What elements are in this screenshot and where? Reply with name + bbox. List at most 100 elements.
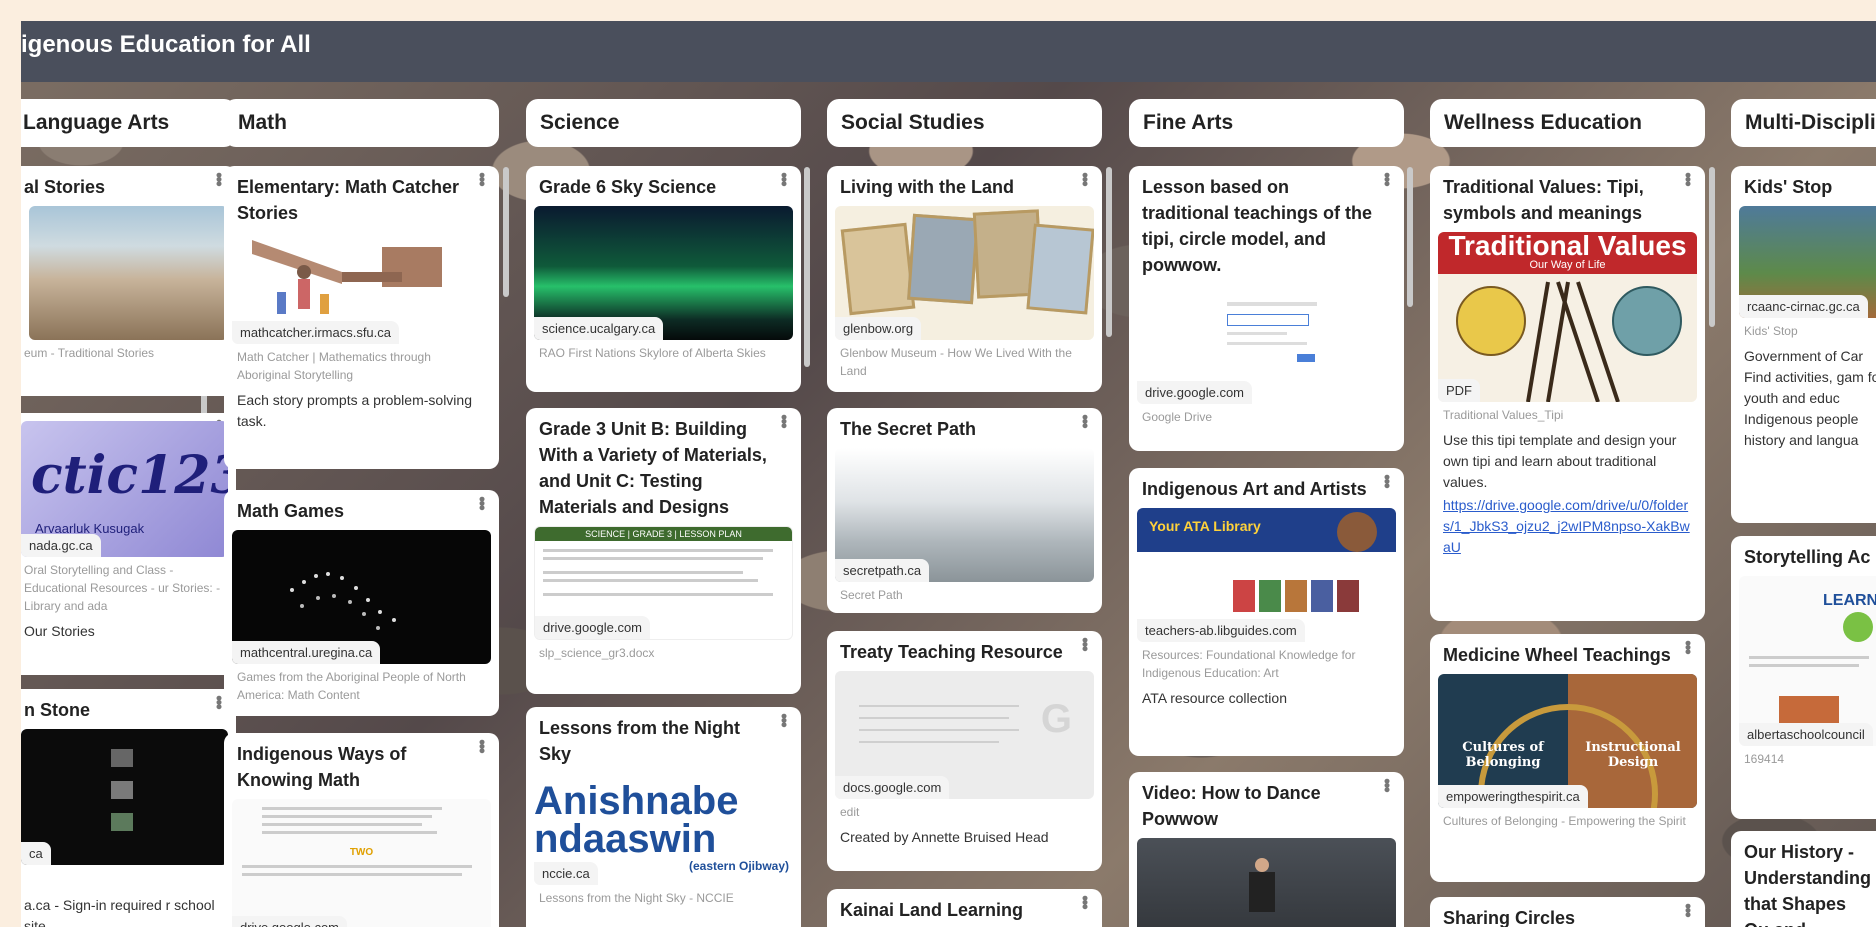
- more-options-icon[interactable]: •••: [774, 172, 794, 185]
- card-link[interactable]: https://drive.google.com/drive/u/0/folde…: [1443, 497, 1690, 555]
- board-frame: igenous Education for All Language Arts …: [21, 21, 1876, 927]
- post-card[interactable]: Treaty Teaching Resource ••• G docs.goog…: [827, 631, 1102, 871]
- thumbnail-banner: SCIENCE | GRADE 3 | LESSON PLAN: [535, 527, 792, 541]
- post-card[interactable]: Kids' Stop rcaanc-cirnac.gc.ca Kids' Sto…: [1731, 166, 1876, 523]
- card-domain: science.ucalgary.ca: [534, 317, 664, 340]
- post-card[interactable]: Video: How to Dance Powwow •••: [1129, 772, 1404, 927]
- card-thumbnail: [1137, 838, 1396, 927]
- post-card[interactable]: The Secret Path ••• secretpath.ca Secret…: [827, 408, 1102, 613]
- post-card[interactable]: ••• ctic123 Arvaarluk Kusugak nada.gc.ca…: [21, 413, 236, 675]
- card-domain: drive.google.com: [1137, 381, 1252, 404]
- column-scrollbar[interactable]: [804, 167, 810, 367]
- tipi-poles-illustration: [1526, 281, 1620, 402]
- column-social-studies: Social Studies: [827, 99, 1102, 147]
- card-meta: Lessons from the Night Sky - NCCIE: [539, 891, 734, 905]
- column-header[interactable]: Math: [224, 99, 499, 147]
- card-title: Indigenous Ways of Knowing Math: [237, 744, 407, 790]
- column-header[interactable]: Social Studies: [827, 99, 1102, 147]
- post-card[interactable]: Our History - Understanding that Shapes …: [1731, 831, 1876, 927]
- card-title: Treaty Teaching Resource: [840, 642, 1063, 662]
- more-options-icon[interactable]: •••: [472, 739, 492, 752]
- column-fine-arts: Fine Arts: [1129, 99, 1404, 147]
- more-options-icon[interactable]: •••: [1075, 895, 1095, 908]
- column-header[interactable]: Multi-Discipli: [1731, 99, 1876, 147]
- thumbnail-banner: Your ATA Library: [1149, 518, 1261, 534]
- post-card[interactable]: Grade 3 Unit B: Building With a Variety …: [526, 408, 801, 694]
- card-thumbnail: science.ucalgary.ca: [534, 206, 793, 340]
- more-options-icon[interactable]: •••: [774, 414, 794, 427]
- card-title: Elementary: Math Catcher Stories: [237, 177, 460, 223]
- more-options-icon[interactable]: •••: [1678, 903, 1698, 916]
- card-meta: Resources: Foundational Knowledge for In…: [1142, 648, 1356, 680]
- post-card[interactable]: Storytelling Ac Curriculum LEARN alberta…: [1731, 536, 1876, 819]
- column-scrollbar[interactable]: [1709, 167, 1715, 327]
- card-domain: mathcentral.uregina.ca: [232, 641, 381, 664]
- card-thumbnail: LEARN albertaschoolcouncil: [1739, 576, 1876, 746]
- thumbnail-word: TWO: [349, 847, 374, 858]
- card-title: Storytelling Ac Curriculum: [1744, 547, 1876, 567]
- card-thumbnail: G docs.google.com: [835, 671, 1094, 799]
- more-options-icon[interactable]: •••: [472, 496, 492, 509]
- post-card[interactable]: Lessons from the Night Sky ••• Anishnabe…: [526, 707, 801, 927]
- more-options-icon[interactable]: •••: [1678, 640, 1698, 653]
- card-description: ATA resource collection: [1142, 690, 1287, 706]
- card-title: Traditional Values: Tipi, symbols and me…: [1443, 177, 1644, 223]
- board-title: igenous Education for All: [21, 31, 311, 58]
- card-meta: edit: [840, 805, 860, 819]
- card-domain: docs.google.com: [835, 776, 950, 799]
- card-thumbnail: Cultures of Belonging Instructional Desi…: [1438, 674, 1697, 808]
- post-card[interactable]: Lesson based on traditional teachings of…: [1129, 166, 1404, 451]
- more-options-icon[interactable]: •••: [472, 172, 492, 185]
- card-thumbnail: Anishnabe ndaaswin (eastern Ojibway) ncc…: [534, 773, 793, 885]
- column-scrollbar[interactable]: [1407, 167, 1413, 307]
- post-card[interactable]: Indigenous Art and Artists ••• Your ATA …: [1129, 468, 1404, 756]
- card-title: Indigenous Art and Artists: [1142, 479, 1367, 499]
- thumbnail-heading: LEARN: [1823, 592, 1876, 609]
- card-meta: RAO First Nations Skylore of Alberta Ski…: [539, 346, 766, 360]
- card-domain: glenbow.org: [835, 317, 922, 340]
- post-card[interactable]: Indigenous Ways of Knowing Math ••• TWO …: [224, 733, 499, 927]
- more-options-icon[interactable]: •••: [1377, 172, 1397, 185]
- post-card[interactable]: Living with the Land ••• glenbow.org Gle…: [827, 166, 1102, 392]
- card-title: Grade 6 Sky Science: [539, 177, 717, 197]
- post-card[interactable]: Elementary: Math Catcher Stories ••• mat…: [224, 166, 499, 469]
- card-domain: PDF: [1438, 379, 1480, 402]
- card-thumbnail: Traditional Values Our Way of Life PDF: [1438, 232, 1697, 402]
- board-header: igenous Education for All: [21, 21, 1876, 82]
- card-domain: ca: [21, 842, 51, 865]
- more-options-icon[interactable]: •••: [1075, 172, 1095, 185]
- column-header[interactable]: Fine Arts: [1129, 99, 1404, 147]
- card-thumbnail: SCIENCE | GRADE 3 | LESSON PLAN drive.go…: [534, 526, 793, 640]
- post-card[interactable]: Sharing Circles •••: [1430, 897, 1705, 927]
- column-header[interactable]: Wellness Education: [1430, 99, 1705, 147]
- more-options-icon[interactable]: •••: [1377, 778, 1397, 791]
- card-description: Each story prompts a problem-solving tas…: [237, 392, 472, 429]
- card-description: Government of Car Find activities, gam f…: [1744, 348, 1876, 448]
- card-description: Created by Annette Bruised Head: [840, 829, 1049, 845]
- column-multi-disciplinary: Multi-Discipli: [1731, 99, 1876, 147]
- post-card[interactable]: Grade 6 Sky Science ••• science.ucalgary…: [526, 166, 801, 392]
- post-card[interactable]: Traditional Values: Tipi, symbols and me…: [1430, 166, 1705, 621]
- post-card[interactable]: Medicine Wheel Teachings ••• Cultures of…: [1430, 634, 1705, 882]
- post-card[interactable]: Math Games ••• mathcentral.uregina.ca Ga…: [224, 490, 499, 716]
- post-card[interactable]: Kainai Land Learning •••: [827, 889, 1102, 927]
- card-title: Lesson based on traditional teachings of…: [1142, 177, 1373, 275]
- card-title: Video: How to Dance Powwow: [1142, 783, 1321, 829]
- more-options-icon[interactable]: •••: [774, 713, 794, 726]
- more-options-icon[interactable]: •••: [1678, 172, 1698, 185]
- card-description: a.ca - Sign-in required r school site.: [24, 897, 215, 927]
- post-card[interactable]: n Stone ••• ca a.ca - Sign-in required r…: [21, 689, 236, 927]
- more-options-icon[interactable]: •••: [1377, 474, 1397, 487]
- card-domain: mathcatcher.irmacs.sfu.ca: [232, 321, 399, 344]
- card-title: n Stone: [24, 700, 90, 720]
- column-scrollbar[interactable]: [503, 167, 509, 297]
- more-options-icon[interactable]: •••: [1075, 637, 1095, 650]
- column-header[interactable]: Language Arts: [21, 99, 236, 147]
- card-meta: 169414: [1744, 752, 1785, 766]
- card-domain: nada.gc.ca: [21, 534, 101, 557]
- more-options-icon[interactable]: •••: [1075, 414, 1095, 427]
- column-header[interactable]: Science: [526, 99, 801, 147]
- card-thumbnail: drive.google.com: [1137, 284, 1396, 404]
- post-card[interactable]: al Stories ••• eum - Traditional Stories: [21, 166, 236, 396]
- column-scrollbar[interactable]: [1106, 167, 1112, 337]
